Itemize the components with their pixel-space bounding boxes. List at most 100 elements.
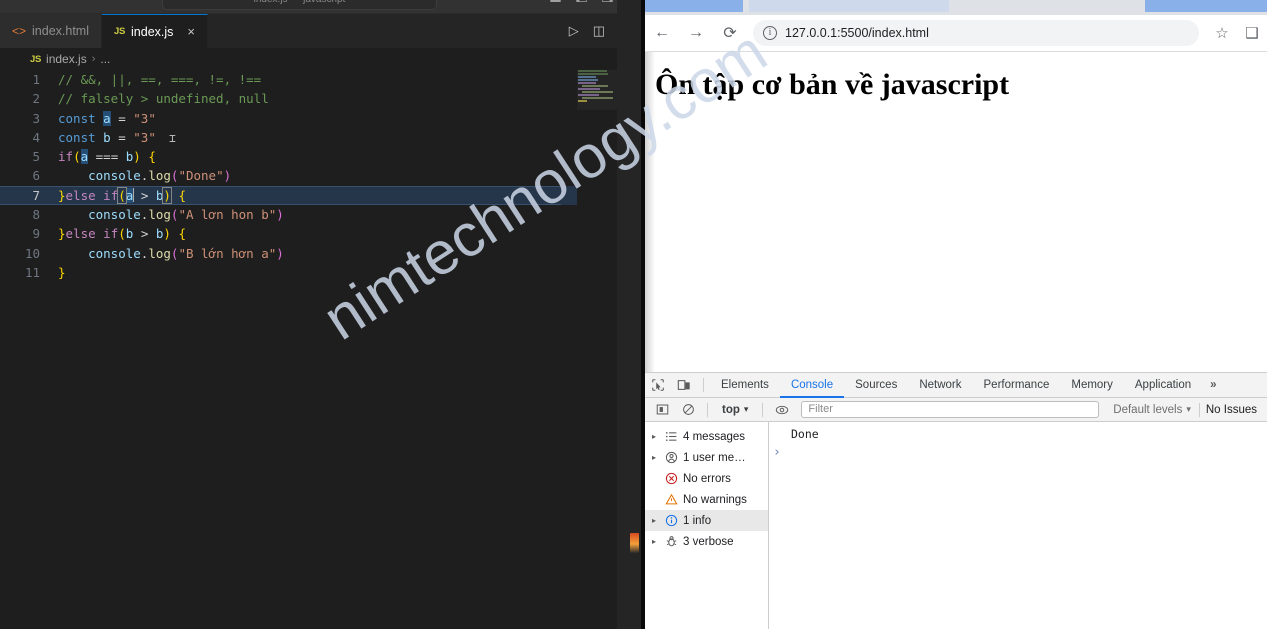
code-token: "3" [133, 129, 156, 145]
log-levels-selector[interactable]: Default levels ▾ [1105, 404, 1199, 416]
code-line[interactable]: 1 // &&, ||, ==, ===, !=, !== [0, 70, 645, 89]
clear-console-icon[interactable] [675, 397, 701, 422]
tab-index-js[interactable]: JS index.js × [102, 14, 209, 48]
tab-sources[interactable]: Sources [844, 373, 908, 398]
run-icon[interactable]: ▷ [569, 23, 579, 39]
bookmark-star-icon[interactable]: ☆ [1207, 18, 1237, 48]
screenshot-root: index.js — javascript ⋯ <> [0, 0, 1267, 629]
console-prompt[interactable]: › [769, 443, 1267, 460]
code-line[interactable]: 8 console.log("A lơn hon b") [0, 205, 645, 224]
layout-grid-icon[interactable] [601, 0, 614, 3]
line-number: 10 [24, 245, 40, 261]
code-token: { [148, 149, 156, 165]
vscode-quick-open[interactable]: index.js — javascript [162, 0, 437, 10]
more-tabs-icon[interactable]: » [1202, 379, 1224, 391]
issues-counter[interactable]: No Issues [1200, 404, 1263, 416]
expand-arrow-icon[interactable]: ▸ [649, 432, 659, 441]
code-line[interactable]: 10 console.log("B lớn hơn a") [0, 244, 645, 263]
tab-network[interactable]: Network [908, 373, 972, 398]
code-token: } [58, 264, 66, 280]
code-editor[interactable]: 1 // &&, ||, ==, ===, !=, !== 2 // falsely … [0, 70, 645, 629]
tab-index-html[interactable]: <> index.html [0, 14, 102, 48]
vscode-window: index.js — javascript ⋯ <> [0, 0, 645, 629]
code-token: "A lơn hon b" [178, 207, 277, 223]
address-bar[interactable]: i 127.0.0.1:5500/index.html [753, 20, 1199, 46]
expand-arrow-icon[interactable]: ▸ [649, 537, 659, 546]
split-editor-icon[interactable]: ◫ [593, 23, 605, 39]
devtools-panel: Elements Console Sources Network Perform… [645, 372, 1267, 629]
breadcrumb-tail[interactable]: ... [100, 52, 110, 66]
chrome-tab[interactable] [645, 0, 743, 12]
back-icon[interactable]: ← [645, 16, 679, 50]
code-line[interactable]: 2 // falsely > undefined, null [0, 89, 645, 108]
console-sidebar-item-error[interactable]: No errors [645, 468, 768, 489]
console-sidebar-item-label: 1 info [683, 514, 712, 527]
code-text: console.log("A lơn hon b") [58, 205, 645, 224]
code-line[interactable]: 5 if(a === b) { [0, 147, 645, 166]
tab-performance[interactable]: Performance [973, 373, 1061, 398]
expand-arrow-icon[interactable]: ▸ [649, 516, 659, 525]
live-expression-eye-icon[interactable] [769, 397, 795, 422]
layout-panel-icon[interactable] [549, 0, 562, 3]
warning-icon [664, 493, 678, 507]
console-sidebar-item-label: 1 user me… [683, 451, 746, 464]
page-title: Ôn tập cơ bản về javascript [655, 68, 1010, 101]
console-sidebar-item-list[interactable]: ▸ 4 messages [645, 426, 768, 447]
tab-console[interactable]: Console [780, 373, 844, 398]
close-icon[interactable]: × [187, 25, 195, 38]
code-text: // &&, ||, ==, ===, !=, !== [58, 70, 645, 89]
vscode-tab-bar: <> index.html JS index.js × ▷ ◫ ⋯ [0, 14, 645, 48]
code-line[interactable]: 7}else if(a > b) { [0, 185, 645, 206]
tab-elements[interactable]: Elements [710, 373, 780, 398]
console-sidebar-item-label: 4 messages [683, 430, 746, 443]
extensions-icon[interactable]: ❑ [1237, 18, 1267, 48]
web-page-viewport: Ôn tập cơ bản về javascript [645, 52, 1267, 372]
console-sidebar-item-warning[interactable]: No warnings [645, 489, 768, 510]
layout-sidebar-icon[interactable] [575, 0, 588, 3]
console-sidebar-item-user[interactable]: ▸ 1 user me… [645, 447, 768, 468]
device-toolbar-icon[interactable] [671, 373, 697, 398]
code-token: else [65, 226, 104, 242]
console-sidebar-toggle-icon[interactable] [649, 397, 675, 422]
site-info-icon[interactable]: i [763, 26, 777, 40]
chrome-tab-active[interactable] [749, 0, 949, 12]
error-icon [664, 472, 678, 486]
chrome-tab[interactable] [1145, 0, 1267, 12]
code-token: console [88, 168, 141, 184]
tab-memory[interactable]: Memory [1060, 373, 1124, 398]
tab-label: index.html [32, 24, 89, 38]
code-token: ) [162, 186, 172, 204]
code-token: console [88, 245, 141, 261]
console-sidebar-item-bug[interactable]: ▸ 3 verbose [645, 531, 768, 552]
divider [707, 402, 708, 417]
devtools-tab-bar: Elements Console Sources Network Perform… [645, 373, 1267, 398]
reload-icon[interactable]: ⟳ [713, 16, 747, 50]
forward-icon[interactable]: → [679, 16, 713, 50]
bug-icon [664, 535, 678, 549]
expand-arrow-icon[interactable]: ▸ [649, 453, 659, 462]
filter-input[interactable]: Filter [801, 401, 1100, 418]
breadcrumb-file[interactable]: index.js [46, 52, 87, 66]
breadcrumb[interactable]: JS index.js › ... [0, 48, 645, 70]
execution-context-selector[interactable]: top ▾ [714, 404, 756, 416]
code-token: if [103, 187, 119, 203]
code-line[interactable]: 4 const b = "3" ⌶ [0, 128, 645, 147]
code-token: = [110, 110, 134, 126]
code-line[interactable]: 6 console.log("Done") [0, 166, 645, 185]
line-number: 4 [32, 129, 40, 145]
inspect-element-icon[interactable] [645, 373, 671, 398]
tab-application[interactable]: Application [1124, 373, 1202, 398]
code-line[interactable]: 3 const a = "3" [0, 109, 645, 128]
code-text: if(a === b) { [58, 147, 645, 166]
user-icon [664, 451, 678, 465]
code-token: "Done" [178, 168, 224, 184]
code-token: else [65, 187, 104, 203]
code-line[interactable]: 9}else if(b > b) { [0, 224, 645, 243]
notification-chip[interactable] [630, 533, 639, 553]
code-text: // falsely > undefined, null [58, 89, 645, 108]
console-sidebar-item-info[interactable]: ▸ 1 info [645, 510, 768, 531]
code-line[interactable]: 11} [0, 263, 645, 282]
console-toolbar: top ▾ Filter Default levels ▾ No Issues [645, 398, 1267, 422]
console-output[interactable]: Done › [769, 422, 1267, 629]
console-sidebar-item-label: 3 verbose [683, 535, 734, 548]
